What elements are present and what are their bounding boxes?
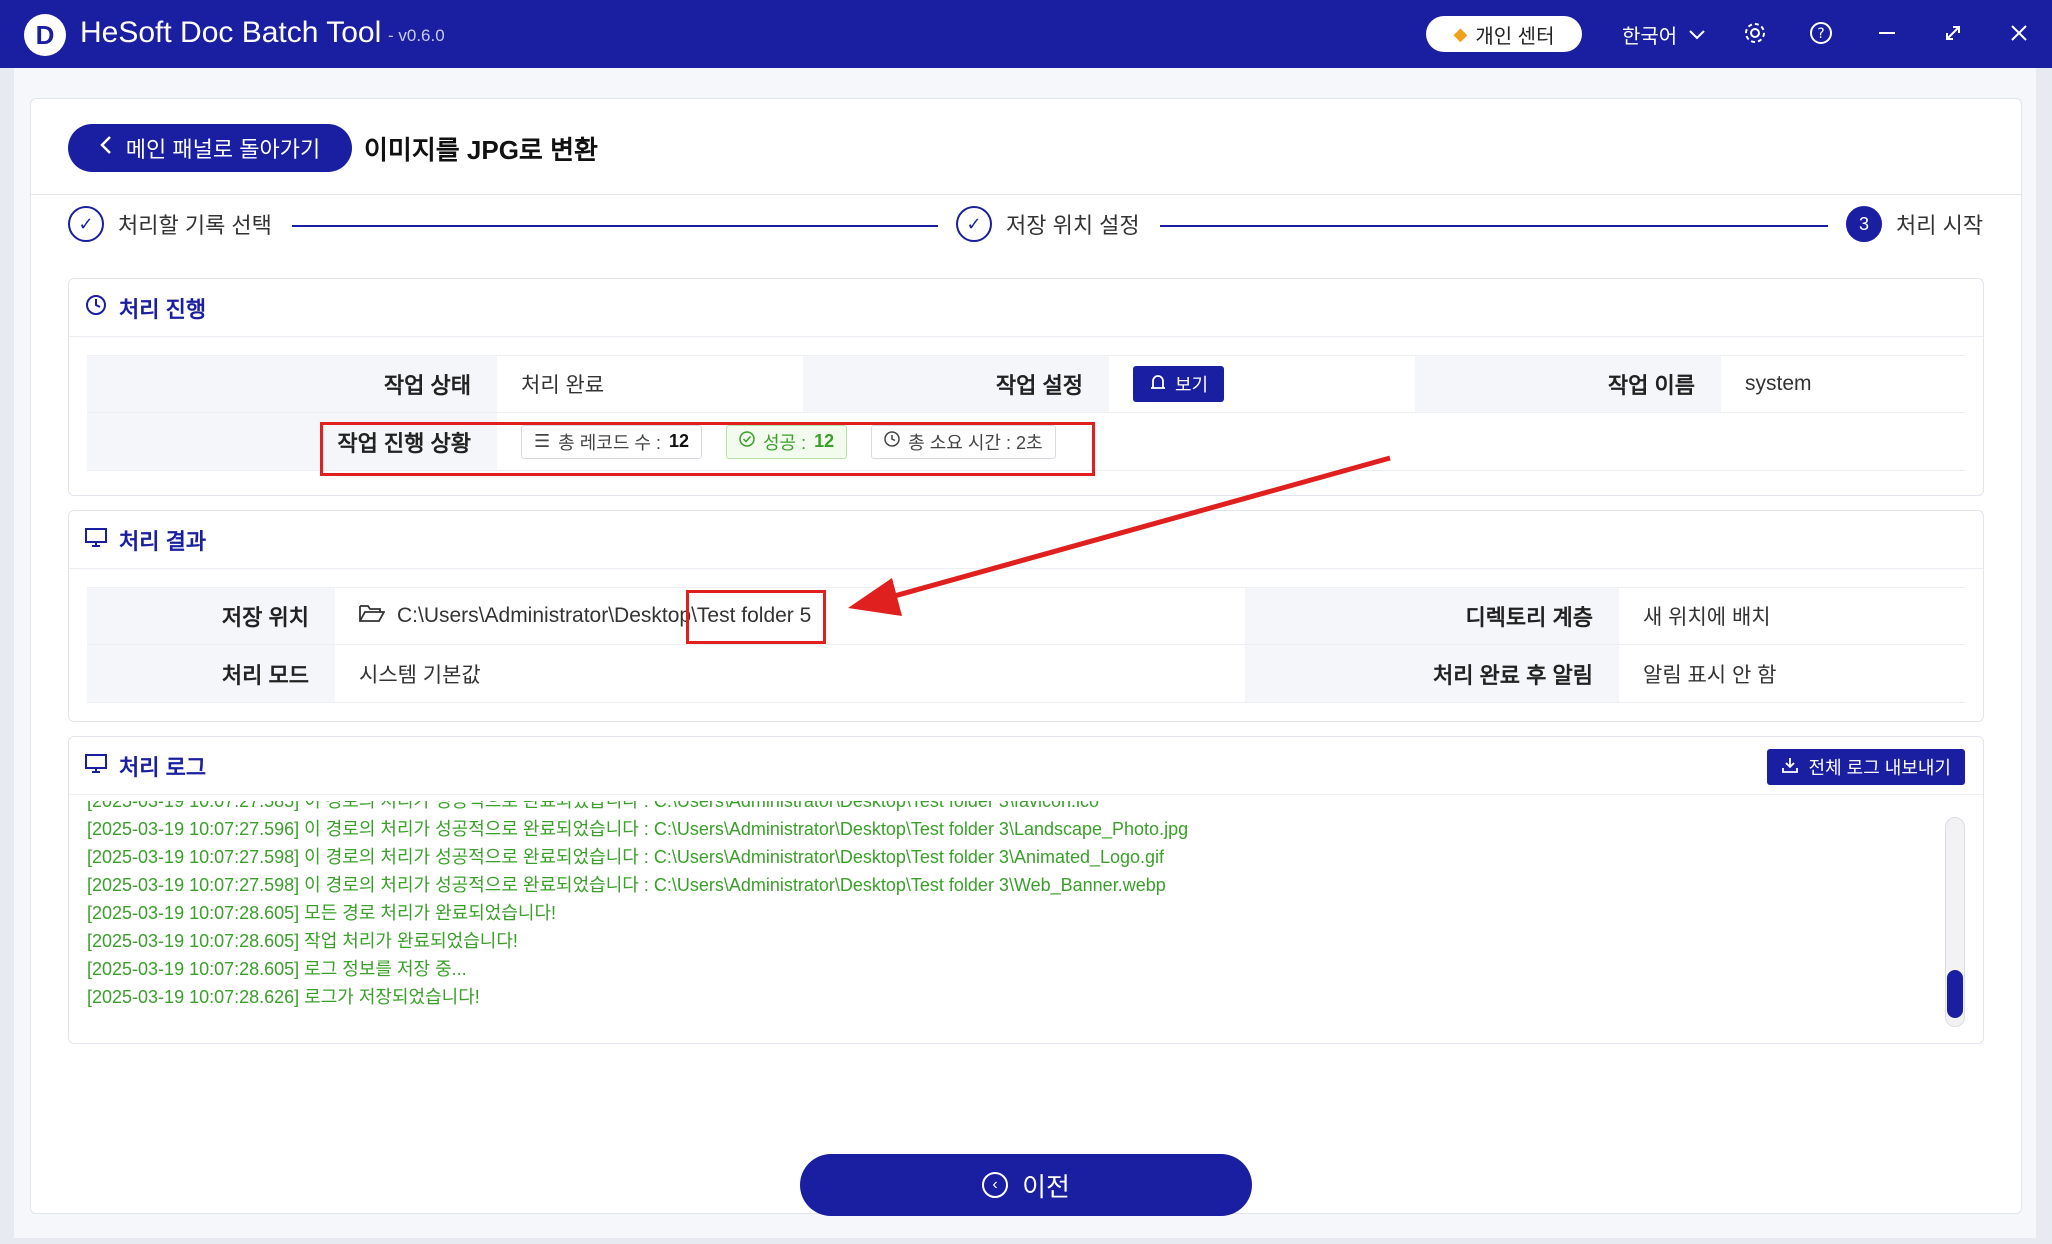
log-output[interactable]: [2025-03-19 10:07:27.585] 이 경로의 처리가 성공적으… [87, 801, 1947, 1031]
annotation-arrow [848, 455, 1391, 616]
log-section-header: 처리 로그 [69, 737, 1983, 795]
log-line: [2025-03-19 10:07:28.605] 로그 정보를 저장 중... [87, 959, 467, 979]
log-line: [2025-03-19 10:07:27.598] 이 경로의 처리가 성공적으… [87, 875, 1166, 895]
previous-button-label: 이전 [1022, 1171, 1070, 1202]
log-line: [2025-03-19 10:07:28.605] 모든 경로 처리가 완료되었… [87, 903, 557, 923]
monitor-icon [85, 753, 107, 779]
export-all-logs-button[interactable]: 전체 로그 내보내기 [1766, 749, 1965, 785]
log-line: [2025-03-19 10:07:27.596] 이 경로의 처리가 성공적으… [87, 819, 1189, 839]
log-section: 처리 로그 전체 로그 내보내기 [2025-03-19 10:07:27.58… [68, 736, 1984, 1044]
log-lines: [2025-03-19 10:07:27.585] 이 경로의 처리가 성공적으… [87, 801, 1947, 1011]
previous-button[interactable]: ‹ 이전 [800, 1154, 1252, 1216]
log-line: [2025-03-19 10:07:27.585] 이 경로의 처리가 성공적으… [87, 801, 1099, 811]
log-scrollbar-thumb[interactable] [1947, 970, 1963, 1018]
log-section-title: 처리 로그 [119, 754, 207, 780]
log-line: [2025-03-19 10:07:28.605] 작업 처리가 완료되었습니다… [87, 931, 518, 951]
log-line: [2025-03-19 10:07:28.626] 로그가 저장되었습니다! [87, 987, 480, 1007]
download-icon [1781, 756, 1799, 779]
export-button-label: 전체 로그 내보내기 [1808, 758, 1951, 778]
log-line: [2025-03-19 10:07:27.598] 이 경로의 처리가 성공적으… [87, 847, 1165, 867]
chevron-left-circle-icon: ‹ [982, 1172, 1009, 1198]
log-scrollbar[interactable] [1945, 817, 1965, 1027]
